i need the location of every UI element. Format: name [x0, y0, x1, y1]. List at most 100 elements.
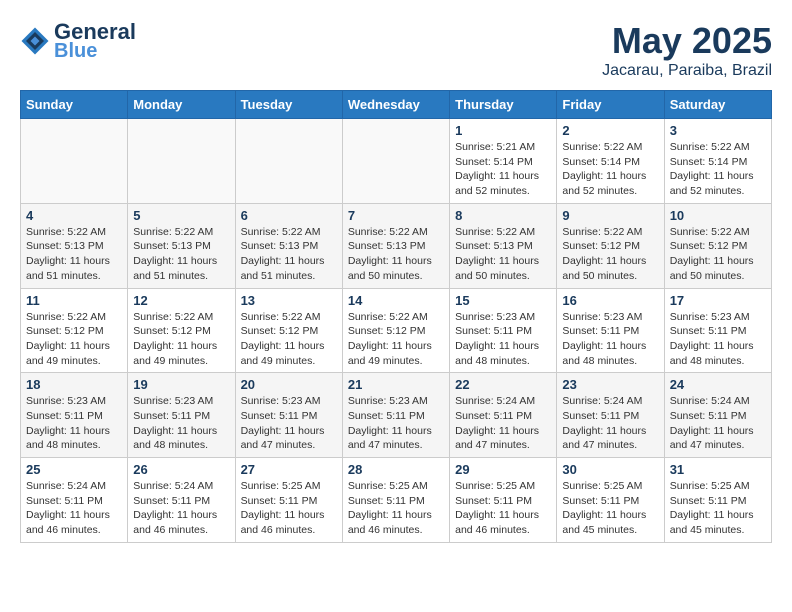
calendar-cell: 2 Sunrise: 5:22 AM Sunset: 5:14 PM Daylig…	[557, 119, 664, 204]
day-info: Sunrise: 5:22 AM Sunset: 5:12 PM Dayligh…	[241, 310, 337, 369]
calendar-cell: 21 Sunrise: 5:23 AM Sunset: 5:11 PM Dayli…	[342, 373, 449, 458]
calendar-week-3: 11 Sunrise: 5:22 AM Sunset: 5:12 PM Dayli…	[21, 288, 772, 373]
day-info: Sunrise: 5:23 AM Sunset: 5:11 PM Dayligh…	[133, 394, 229, 453]
calendar-cell	[342, 119, 449, 204]
calendar-cell: 23Sunrise: 5:24 AM Sunset: 5:11 PM Dayli…	[557, 373, 664, 458]
calendar-cell	[235, 119, 342, 204]
calendar-cell: 4 Sunrise: 5:22 AM Sunset: 5:13 PM Daylig…	[21, 203, 128, 288]
day-number: 27	[241, 462, 337, 477]
calendar-cell: 20 Sunrise: 5:23 AM Sunset: 5:11 PM Dayli…	[235, 373, 342, 458]
day-number: 28	[348, 462, 444, 477]
day-number: 19	[133, 377, 229, 392]
calendar-week-2: 4 Sunrise: 5:22 AM Sunset: 5:13 PM Daylig…	[21, 203, 772, 288]
weekday-header-saturday: Saturday	[664, 91, 771, 119]
day-number: 22	[455, 377, 551, 392]
day-number: 11	[26, 293, 122, 308]
calendar-cell: 13Sunrise: 5:22 AM Sunset: 5:12 PM Dayli…	[235, 288, 342, 373]
calendar-cell	[21, 119, 128, 204]
day-number: 1	[455, 123, 551, 138]
day-number: 10	[670, 208, 766, 223]
day-info: Sunrise: 5:22 AM Sunset: 5:14 PM Dayligh…	[670, 140, 766, 199]
weekday-header-sunday: Sunday	[21, 91, 128, 119]
calendar-cell: 18Sunrise: 5:23 AM Sunset: 5:11 PM Dayli…	[21, 373, 128, 458]
calendar-week-1: 1 Sunrise: 5:21 AM Sunset: 5:14 PM Daylig…	[21, 119, 772, 204]
calendar-cell: 10 Sunrise: 5:22 AM Sunset: 5:12 PM Dayli…	[664, 203, 771, 288]
logo-text: GeneralBlue	[54, 20, 136, 62]
day-number: 24	[670, 377, 766, 392]
weekday-header-row: SundayMondayTuesdayWednesdayThursdayFrid…	[21, 91, 772, 119]
day-info: Sunrise: 5:22 AM Sunset: 5:13 PM Dayligh…	[455, 225, 551, 284]
day-number: 2	[562, 123, 658, 138]
calendar-cell: 24 Sunrise: 5:24 AM Sunset: 5:11 PM Dayli…	[664, 373, 771, 458]
day-info: Sunrise: 5:23 AM Sunset: 5:11 PM Dayligh…	[562, 310, 658, 369]
weekday-header-friday: Friday	[557, 91, 664, 119]
calendar-cell	[128, 119, 235, 204]
calendar-cell: 31 Sunrise: 5:25 AM Sunset: 5:11 PM Dayli…	[664, 458, 771, 543]
day-number: 21	[348, 377, 444, 392]
calendar-cell: 1 Sunrise: 5:21 AM Sunset: 5:14 PM Daylig…	[450, 119, 557, 204]
day-info: Sunrise: 5:22 AM Sunset: 5:13 PM Dayligh…	[348, 225, 444, 284]
day-info: Sunrise: 5:23 AM Sunset: 5:11 PM Dayligh…	[241, 394, 337, 453]
day-number: 18	[26, 377, 122, 392]
day-info: Sunrise: 5:23 AM Sunset: 5:11 PM Dayligh…	[348, 394, 444, 453]
day-number: 25	[26, 462, 122, 477]
title-block: May 2025 Jacarau, Paraiba, Brazil	[602, 20, 772, 80]
day-info: Sunrise: 5:22 AM Sunset: 5:13 PM Dayligh…	[133, 225, 229, 284]
day-number: 26	[133, 462, 229, 477]
calendar-cell: 25 Sunrise: 5:24 AM Sunset: 5:11 PM Dayli…	[21, 458, 128, 543]
logo-icon	[20, 26, 50, 56]
day-info: Sunrise: 5:25 AM Sunset: 5:11 PM Dayligh…	[670, 479, 766, 538]
calendar-body: 1 Sunrise: 5:21 AM Sunset: 5:14 PM Daylig…	[21, 119, 772, 543]
day-info: Sunrise: 5:22 AM Sunset: 5:12 PM Dayligh…	[348, 310, 444, 369]
weekday-header-wednesday: Wednesday	[342, 91, 449, 119]
calendar-cell: 12 Sunrise: 5:22 AM Sunset: 5:12 PM Dayli…	[128, 288, 235, 373]
day-info: Sunrise: 5:24 AM Sunset: 5:11 PM Dayligh…	[455, 394, 551, 453]
day-number: 4	[26, 208, 122, 223]
day-number: 17	[670, 293, 766, 308]
calendar-week-5: 25 Sunrise: 5:24 AM Sunset: 5:11 PM Dayli…	[21, 458, 772, 543]
calendar-cell: 3 Sunrise: 5:22 AM Sunset: 5:14 PM Daylig…	[664, 119, 771, 204]
day-info: Sunrise: 5:24 AM Sunset: 5:11 PM Dayligh…	[26, 479, 122, 538]
calendar-cell: 15 Sunrise: 5:23 AM Sunset: 5:11 PM Dayli…	[450, 288, 557, 373]
calendar-cell: 5 Sunrise: 5:22 AM Sunset: 5:13 PM Daylig…	[128, 203, 235, 288]
day-info: Sunrise: 5:24 AM Sunset: 5:11 PM Dayligh…	[670, 394, 766, 453]
day-number: 16	[562, 293, 658, 308]
day-number: 12	[133, 293, 229, 308]
day-info: Sunrise: 5:22 AM Sunset: 5:13 PM Dayligh…	[26, 225, 122, 284]
day-info: Sunrise: 5:22 AM Sunset: 5:12 PM Dayligh…	[26, 310, 122, 369]
calendar-cell: 8Sunrise: 5:22 AM Sunset: 5:13 PM Daylig…	[450, 203, 557, 288]
calendar-cell: 14 Sunrise: 5:22 AM Sunset: 5:12 PM Dayli…	[342, 288, 449, 373]
page-header: GeneralBlue May 2025 Jacarau, Paraiba, B…	[20, 20, 772, 80]
day-info: Sunrise: 5:23 AM Sunset: 5:11 PM Dayligh…	[670, 310, 766, 369]
day-info: Sunrise: 5:24 AM Sunset: 5:11 PM Dayligh…	[562, 394, 658, 453]
day-info: Sunrise: 5:23 AM Sunset: 5:11 PM Dayligh…	[455, 310, 551, 369]
calendar-cell: 7 Sunrise: 5:22 AM Sunset: 5:13 PM Daylig…	[342, 203, 449, 288]
weekday-header-tuesday: Tuesday	[235, 91, 342, 119]
day-number: 3	[670, 123, 766, 138]
day-number: 7	[348, 208, 444, 223]
calendar-cell: 19 Sunrise: 5:23 AM Sunset: 5:11 PM Dayli…	[128, 373, 235, 458]
day-info: Sunrise: 5:22 AM Sunset: 5:13 PM Dayligh…	[241, 225, 337, 284]
calendar-cell: 26Sunrise: 5:24 AM Sunset: 5:11 PM Dayli…	[128, 458, 235, 543]
day-number: 20	[241, 377, 337, 392]
calendar-cell: 27 Sunrise: 5:25 AM Sunset: 5:11 PM Dayli…	[235, 458, 342, 543]
calendar-cell: 17 Sunrise: 5:23 AM Sunset: 5:11 PM Dayli…	[664, 288, 771, 373]
day-number: 31	[670, 462, 766, 477]
calendar-cell: 29Sunrise: 5:25 AM Sunset: 5:11 PM Dayli…	[450, 458, 557, 543]
calendar-cell: 22 Sunrise: 5:24 AM Sunset: 5:11 PM Dayli…	[450, 373, 557, 458]
calendar-cell: 6Sunrise: 5:22 AM Sunset: 5:13 PM Daylig…	[235, 203, 342, 288]
day-info: Sunrise: 5:25 AM Sunset: 5:11 PM Dayligh…	[455, 479, 551, 538]
calendar-cell: 16 Sunrise: 5:23 AM Sunset: 5:11 PM Dayli…	[557, 288, 664, 373]
day-number: 5	[133, 208, 229, 223]
day-info: Sunrise: 5:25 AM Sunset: 5:11 PM Dayligh…	[348, 479, 444, 538]
day-info: Sunrise: 5:21 AM Sunset: 5:14 PM Dayligh…	[455, 140, 551, 199]
day-number: 15	[455, 293, 551, 308]
day-info: Sunrise: 5:22 AM Sunset: 5:14 PM Dayligh…	[562, 140, 658, 199]
location-subtitle: Jacarau, Paraiba, Brazil	[602, 62, 772, 80]
day-info: Sunrise: 5:22 AM Sunset: 5:12 PM Dayligh…	[670, 225, 766, 284]
calendar-cell: 30Sunrise: 5:25 AM Sunset: 5:11 PM Dayli…	[557, 458, 664, 543]
day-info: Sunrise: 5:25 AM Sunset: 5:11 PM Dayligh…	[241, 479, 337, 538]
day-info: Sunrise: 5:22 AM Sunset: 5:12 PM Dayligh…	[133, 310, 229, 369]
weekday-header-thursday: Thursday	[450, 91, 557, 119]
day-number: 14	[348, 293, 444, 308]
